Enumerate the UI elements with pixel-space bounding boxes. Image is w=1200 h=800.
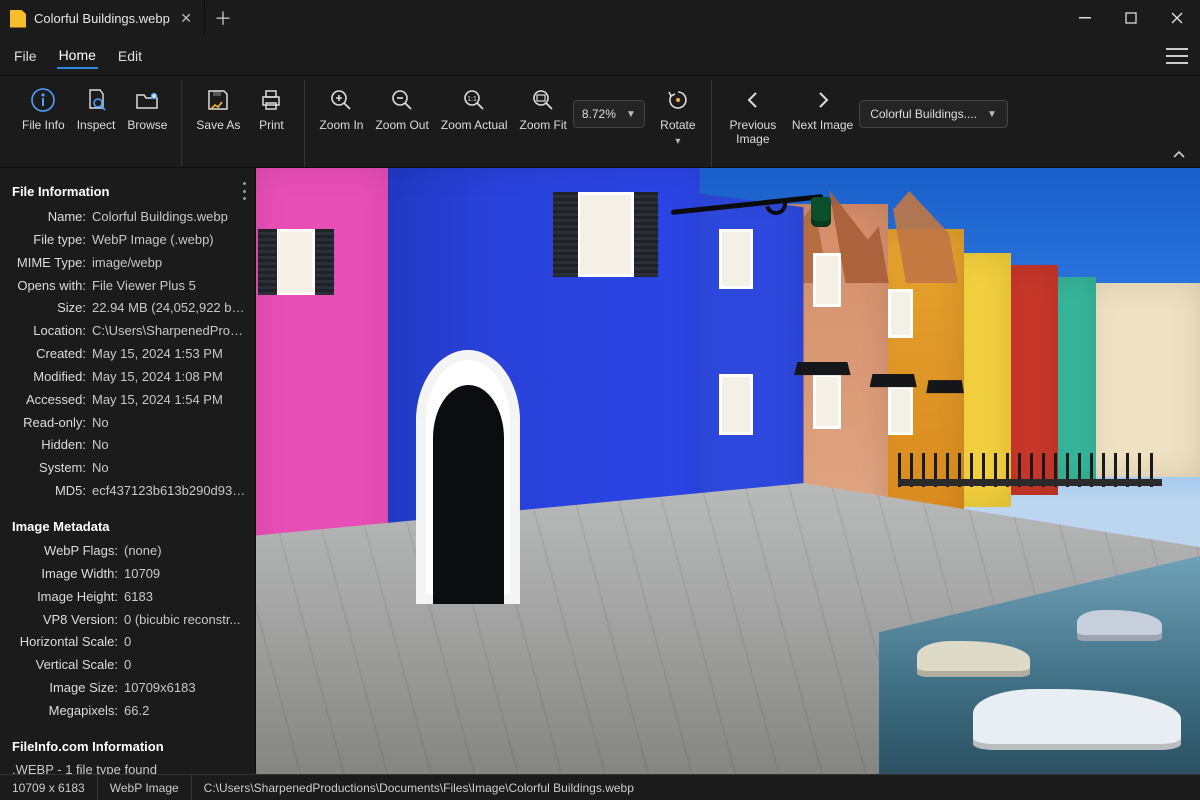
inspect-button[interactable]: Inspect — [71, 84, 122, 132]
ribbon-group-file: Save As Print — [182, 80, 305, 167]
document-icon — [10, 10, 26, 28]
tab-title: Colorful Buildings.webp — [34, 11, 170, 26]
save-as-button[interactable]: Save As — [190, 84, 246, 132]
maximize-icon — [1125, 12, 1137, 24]
inspect-icon — [82, 86, 110, 114]
menu-home[interactable]: Home — [57, 43, 98, 69]
info-row-modified: Modified:May 15, 2024 1:08 PM — [12, 366, 249, 389]
zoom-actual-icon: 1:1 — [460, 86, 488, 114]
save-icon — [204, 86, 232, 114]
fileinfo-com-header: FileInfo.com Information — [12, 739, 249, 754]
info-row-name: Name:Colorful Buildings.webp — [12, 206, 249, 229]
status-dimensions: 10709 x 6183 — [0, 775, 98, 800]
collapse-ribbon-button[interactable] — [1166, 80, 1192, 167]
print-button[interactable]: Print — [246, 84, 296, 132]
window-controls — [1062, 0, 1200, 36]
chevron-down-icon: ▼ — [626, 109, 636, 120]
status-bar: 10709 x 6183 WebP Image C:\Users\Sharpen… — [0, 774, 1200, 800]
folder-icon — [133, 86, 161, 114]
minimize-icon — [1079, 12, 1091, 24]
ribbon-group-browse: File Info Inspect Browse — [8, 80, 182, 167]
zoom-level-select[interactable]: 8.72% ▼ — [573, 100, 645, 128]
info-row-size: Size:22.94 MB (24,052,922 bytes) — [12, 297, 249, 320]
menu-file[interactable]: File — [12, 44, 39, 68]
rotate-button[interactable]: Rotate ▾ — [653, 84, 703, 147]
chevron-left-icon — [739, 86, 767, 114]
image-metadata-header: Image Metadata — [12, 519, 249, 534]
meta-row-image-width: Image Width:10709 — [12, 563, 249, 586]
zoom-out-icon — [388, 86, 416, 114]
chevron-down-icon: ▼ — [987, 109, 997, 120]
zoom-level-value: 8.72% — [582, 107, 616, 121]
info-row-location: Location:C:\Users\SharpenedProdu... — [12, 320, 249, 343]
meta-row-webp-flags: WebP Flags:(none) — [12, 540, 249, 563]
ribbon-group-nav: Previous Image Next Image Colorful Build… — [712, 80, 1016, 167]
more-options-icon[interactable] — [243, 182, 249, 200]
file-selector[interactable]: Colorful Buildings.... ▼ — [859, 100, 1008, 128]
menu-bar: File Home Edit — [0, 36, 1200, 76]
menu-edit[interactable]: Edit — [116, 44, 144, 68]
meta-row-megapixels: Megapixels:66.2 — [12, 700, 249, 723]
meta-row-image-height: Image Height:6183 — [12, 586, 249, 609]
ribbon-group-zoom: Zoom In Zoom Out 1:1 Zoom Actual Zoom Fi… — [305, 80, 711, 167]
minimize-button[interactable] — [1062, 0, 1108, 36]
zoom-actual-button[interactable]: 1:1 Zoom Actual — [435, 84, 514, 132]
browse-button[interactable]: Browse — [121, 84, 173, 132]
close-window-button[interactable] — [1154, 0, 1200, 36]
info-row-readonly: Read-only:No — [12, 412, 249, 435]
chevron-right-icon — [809, 86, 837, 114]
info-row-mimetype: MIME Type:image/webp — [12, 252, 249, 275]
meta-row-vertical-scale: Vertical Scale:0 — [12, 654, 249, 677]
info-row-filetype: File type:WebP Image (.webp) — [12, 229, 249, 252]
main-body: File Information Name:Colorful Buildings… — [0, 168, 1200, 774]
previous-image-button[interactable]: Previous Image — [720, 84, 786, 147]
maximize-button[interactable] — [1108, 0, 1154, 36]
image-content — [256, 168, 1200, 774]
info-row-md5: MD5:ecf437123b613b290d939c... — [12, 480, 249, 503]
image-viewport[interactable] — [256, 168, 1200, 774]
meta-row-horizontal-scale: Horizontal Scale:0 — [12, 631, 249, 654]
info-row-created: Created:May 15, 2024 1:53 PM — [12, 343, 249, 366]
zoom-fit-button[interactable]: Zoom Fit — [514, 84, 573, 132]
info-row-system: System:No — [12, 457, 249, 480]
document-tab[interactable]: Colorful Buildings.webp ✕ — [0, 0, 205, 36]
info-panel[interactable]: File Information Name:Colorful Buildings… — [0, 168, 256, 774]
zoom-out-button[interactable]: Zoom Out — [369, 84, 434, 132]
status-format: WebP Image — [98, 775, 192, 800]
fileinfo-line: .WEBP - 1 file type found — [12, 760, 249, 774]
title-bar: Colorful Buildings.webp ✕ ＋ — [0, 0, 1200, 36]
meta-row-vp8-version: VP8 Version:0 (bicubic reconstr... — [12, 609, 249, 632]
hamburger-menu-icon[interactable] — [1166, 48, 1188, 64]
file-info-button[interactable]: File Info — [16, 84, 71, 132]
file-selector-value: Colorful Buildings.... — [870, 107, 977, 121]
close-icon — [1171, 12, 1183, 24]
status-path: C:\Users\SharpenedProductions\Documents\… — [192, 775, 1200, 800]
next-image-button[interactable]: Next Image — [786, 84, 859, 132]
info-icon — [29, 86, 57, 114]
info-row-accessed: Accessed:May 15, 2024 1:54 PM — [12, 389, 249, 412]
zoom-in-button[interactable]: Zoom In — [313, 84, 369, 132]
new-tab-button[interactable]: ＋ — [205, 0, 241, 36]
ribbon-toolbar: File Info Inspect Browse Save As Prin — [0, 76, 1200, 168]
chevron-down-icon: ▾ — [675, 136, 680, 147]
info-row-opens-with: Opens with:File Viewer Plus 5 — [12, 275, 249, 298]
close-tab-icon[interactable]: ✕ — [178, 10, 194, 27]
info-row-hidden: Hidden:No — [12, 434, 249, 457]
zoom-fit-icon — [529, 86, 557, 114]
meta-row-image-size: Image Size:10709x6183 — [12, 677, 249, 700]
rotate-icon — [664, 86, 692, 114]
svg-text:1:1: 1:1 — [467, 96, 477, 103]
zoom-in-icon — [327, 86, 355, 114]
file-information-header: File Information — [12, 182, 249, 200]
print-icon — [257, 86, 285, 114]
chevron-up-icon — [1172, 147, 1186, 161]
